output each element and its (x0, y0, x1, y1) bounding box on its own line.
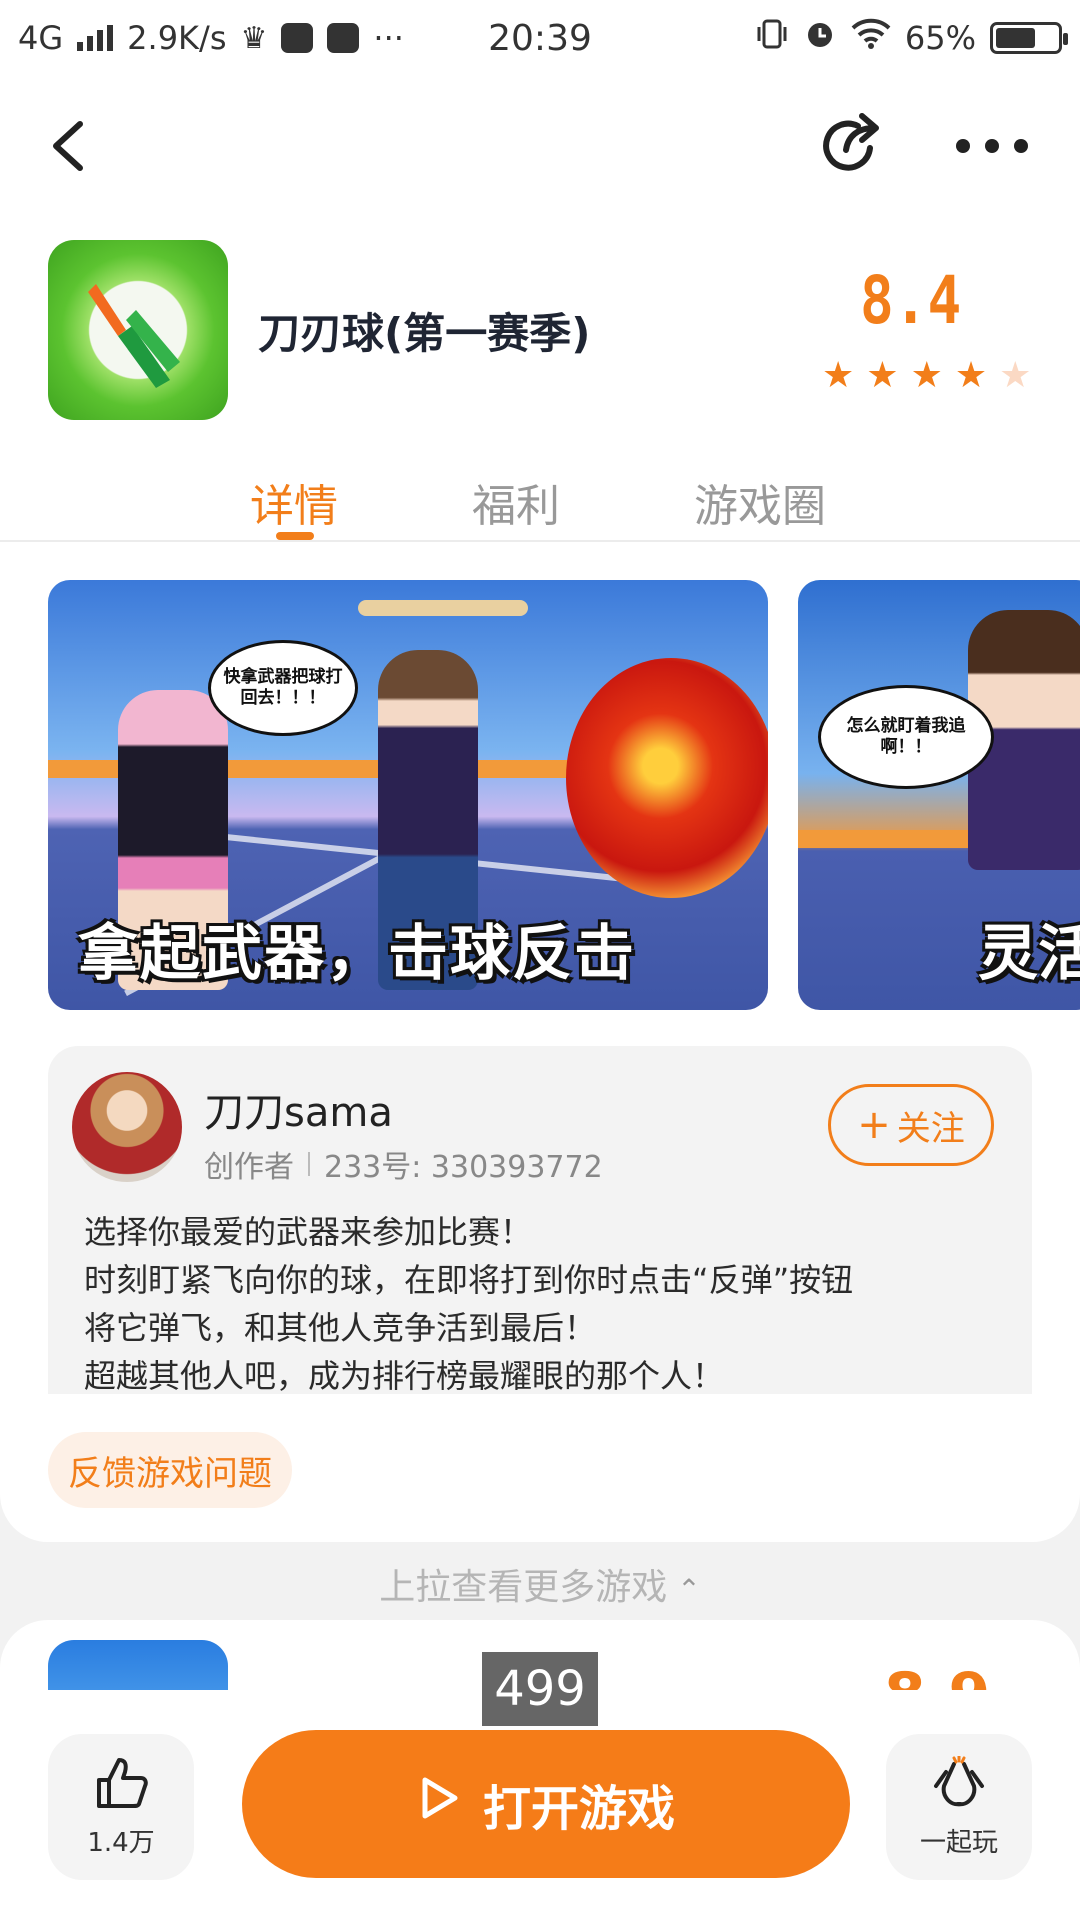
game-icon (48, 240, 228, 420)
chevron-left-icon[interactable] (44, 114, 100, 178)
network-speed: 2.9K/s (127, 19, 227, 57)
description-line: 超越其他人吧，成为排行榜最耀眼的那个人！ (84, 1357, 725, 1395)
tab-details[interactable]: 详情 (250, 470, 338, 534)
app-notification-icon (281, 23, 314, 53)
follow-label: 关注 (896, 1108, 965, 1149)
more-dots-icon[interactable] (956, 136, 1028, 156)
creator-name[interactable]: 刀刀sama (204, 1080, 393, 1138)
play-together-label: 一起玩 (919, 1827, 998, 1858)
screenshot-caption: 灵活 (978, 919, 1080, 989)
game-description: 选择你最爱的武器来参加比赛！ 时刻盯紧飞向你的球，在即将打到你时点击“反弹”按钮… (84, 1208, 1014, 1400)
status-bar: 4G 2.9K/s ♛ ··· 20:39 65% (0, 0, 1080, 76)
overlay-count-badge: 499 (482, 1652, 598, 1726)
creator-role: 创作者 (204, 1150, 294, 1185)
high-five-icon (924, 1754, 994, 1816)
top-nav (0, 76, 1080, 216)
like-button[interactable]: 1.4万 (48, 1734, 194, 1880)
feedback-button[interactable]: 反馈游戏问题 (48, 1432, 292, 1508)
screenshot[interactable]: 怎么就盯着我追啊！！ 灵活 (798, 580, 1080, 1010)
like-count: 1.4万 (87, 1827, 155, 1858)
more-notifications: ··· (373, 19, 404, 57)
avatar[interactable] (72, 1072, 182, 1182)
star-icon: ★ (910, 355, 943, 396)
weapon (358, 600, 528, 616)
play-together-button[interactable]: 一起玩 (886, 1734, 1032, 1880)
vibrate-icon (755, 17, 789, 59)
play-icon (417, 1774, 461, 1834)
battery-percent: 65% (904, 19, 976, 57)
star-icon: ★ (954, 355, 988, 396)
screenshot-caption: 拿起武器，击球反击 (78, 919, 636, 989)
description-line: 时刻盯紧飞向你的球，在即将打到你时点击“反弹”按钮 (84, 1261, 854, 1299)
description-line: 将它弹飞，和其他人竞争活到最后！ (84, 1309, 597, 1347)
tab-bar: 详情 福利 游戏圈 (0, 460, 1080, 540)
thumbs-up-icon (93, 1756, 149, 1814)
star-icon: ★ (822, 355, 855, 396)
share-icon[interactable] (818, 112, 886, 180)
open-game-button[interactable]: 打开游戏 (242, 1730, 850, 1878)
fireball (566, 658, 768, 898)
creator-id: 233号: 330393772 (324, 1150, 603, 1185)
battery-icon (990, 22, 1068, 54)
crown-icon: ♛ (240, 20, 268, 56)
open-game-label: 打开游戏 (482, 1781, 675, 1837)
tab-benefits[interactable]: 福利 (472, 470, 560, 534)
divider (308, 1152, 310, 1176)
creator-card: 刀刀sama 创作者 233号: 330393772 + 关注 选择你最爱的武器… (48, 1046, 1032, 1395)
signal-icon (77, 25, 114, 51)
tab-game-circle[interactable]: 游戏圈 (694, 470, 826, 534)
plus-icon: + (857, 1102, 891, 1148)
alarm-icon (803, 17, 837, 59)
active-tab-indicator (276, 532, 314, 540)
shopping-bag-icon (327, 23, 360, 53)
star-icon: ★ (999, 355, 1032, 396)
star-icon: ★ (866, 355, 899, 396)
speech-bubble: 快拿武器把球打回去！！！ (208, 640, 358, 736)
description-line: 选择你最爱的武器来参加比赛！ (84, 1213, 533, 1251)
creator-meta: 创作者 233号: 330393772 (204, 1142, 603, 1186)
wifi-icon (851, 18, 891, 58)
screenshot[interactable]: 快拿武器把球打回去！！！ 拿起武器，击球反击 (48, 580, 768, 1010)
chevron-up-icon: ⌃ (677, 1573, 701, 1606)
pull-more-label: 上拉查看更多游戏 (379, 1567, 668, 1608)
game-rating: 8.4 (860, 262, 962, 339)
pull-more-hint[interactable]: 上拉查看更多游戏 ⌃ (0, 1558, 1080, 1610)
follow-button[interactable]: + 关注 (828, 1084, 994, 1166)
speech-bubble: 怎么就盯着我追啊！！ (818, 685, 994, 789)
game-title: 刀刃球(第一赛季) (258, 309, 591, 358)
rating-stars: ★ ★ ★ ★ ★ (822, 358, 1031, 394)
network-type: 4G (18, 19, 64, 57)
screenshot-carousel[interactable]: 快拿武器把球打回去！！！ 拿起武器，击球反击 怎么就盯着我追啊！！ 灵活 (48, 580, 1080, 1010)
